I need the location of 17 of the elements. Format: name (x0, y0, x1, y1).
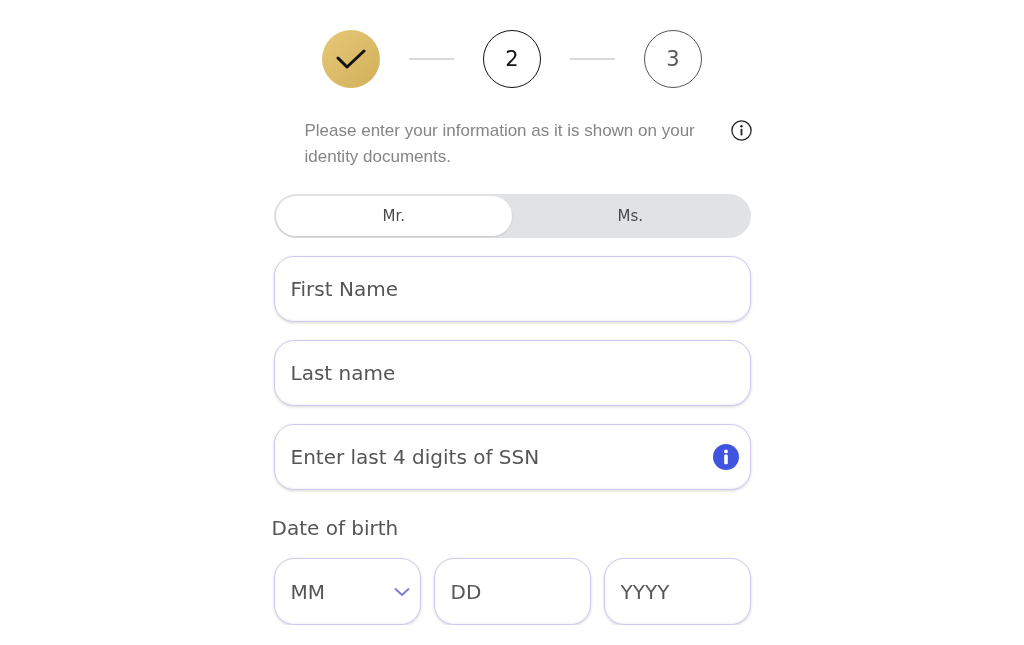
step-circle: 2 (483, 30, 541, 88)
chevron-down-icon (393, 587, 410, 596)
instruction-text: Please enter your information as it is shown on your identity documents. (304, 120, 696, 168)
toggle-option[interactable]: Mr. (275, 196, 512, 236)
input-field[interactable]: Enter last 4 digits of SSN (273, 424, 751, 490)
check-icon (336, 49, 366, 69)
step-connector (570, 58, 615, 60)
input-field[interactable]: DD (433, 558, 591, 625)
info-icon[interactable] (730, 120, 752, 141)
input-field[interactable]: First Name (273, 256, 751, 322)
date-of-birth-label: Date of birth (271, 515, 399, 541)
input-field[interactable]: YYYY (603, 558, 751, 625)
step-connector (409, 58, 454, 60)
input-field[interactable]: Last name (273, 340, 751, 406)
step-circle: 3 (644, 30, 702, 88)
toggle-option[interactable]: Ms. (512, 196, 749, 236)
month-dropdown[interactable]: MM (273, 558, 421, 625)
